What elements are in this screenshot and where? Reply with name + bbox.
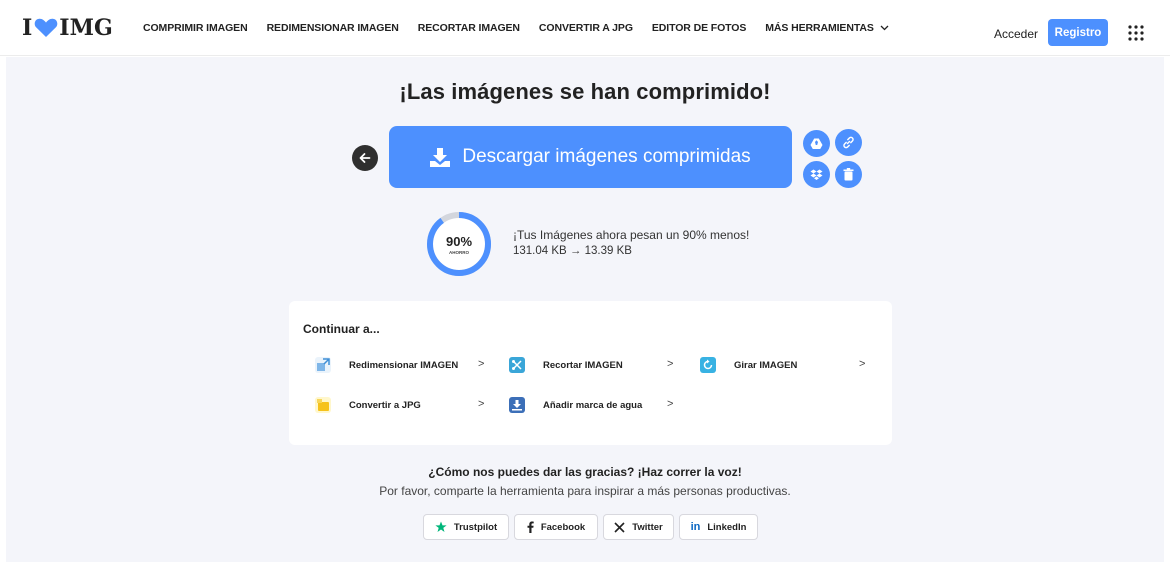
main-nav: COMPRIMIR IMAGEN REDIMENSIONAR IMAGEN RE… bbox=[143, 0, 908, 56]
copy-link-button[interactable] bbox=[835, 129, 862, 156]
x-twitter-icon bbox=[614, 521, 625, 533]
nav-editor-de-fotos[interactable]: EDITOR DE FOTOS bbox=[652, 22, 746, 34]
share-facebook-label: Facebook bbox=[540, 521, 586, 533]
savings-message: ¡Tus Imágenes ahora pesan un 90% menos! bbox=[513, 228, 750, 242]
chevron-right-icon: > bbox=[478, 358, 485, 370]
continue-item-recortar[interactable]: Recortar IMAGEN bbox=[509, 354, 623, 376]
resize-icon bbox=[315, 357, 331, 373]
chevron-right-icon: > bbox=[667, 358, 674, 370]
continue-item-marca-de-agua[interactable]: Añadir marca de agua bbox=[509, 394, 642, 416]
delete-button[interactable] bbox=[835, 161, 862, 188]
continue-item-label: Redimensionar IMAGEN bbox=[349, 359, 459, 371]
chevron-right-icon: > bbox=[859, 358, 866, 370]
thanks-subtitle: Por favor, comparte la herramienta para … bbox=[379, 484, 791, 498]
thanks-heading: ¿Cómo nos puedes dar las gracias? ¡Haz c… bbox=[428, 465, 742, 479]
rotate-icon bbox=[700, 357, 716, 373]
savings-percent: 90% bbox=[445, 234, 473, 249]
share-trustpilot-button[interactable]: Trustpilot bbox=[423, 514, 509, 540]
continue-item-label: Recortar IMAGEN bbox=[543, 359, 623, 371]
google-drive-icon bbox=[810, 138, 823, 149]
share-facebook-button[interactable]: Facebook bbox=[514, 514, 598, 540]
share-twitter-button[interactable]: Twitter bbox=[603, 514, 674, 540]
page-title: ¡Las imágenes se han comprimido! bbox=[399, 79, 771, 104]
ilovimg-logo[interactable]: I IMG bbox=[22, 15, 113, 41]
chevron-right-icon: > bbox=[478, 398, 485, 410]
apps-grid-icon[interactable] bbox=[1128, 25, 1144, 41]
logo-text-i: I bbox=[22, 15, 33, 41]
nav-redimensionar-imagen[interactable]: REDIMENSIONAR IMAGEN bbox=[267, 22, 399, 34]
link-icon bbox=[843, 136, 854, 149]
continue-item-label: Añadir marca de agua bbox=[543, 399, 643, 411]
chevron-right-icon: > bbox=[667, 398, 674, 410]
download-label: Descargar imágenes comprimidas bbox=[462, 146, 751, 167]
heart-icon bbox=[35, 18, 58, 37]
trash-icon bbox=[843, 168, 854, 181]
nav-comprimir-imagen[interactable]: COMPRIMIR IMAGEN bbox=[143, 22, 248, 34]
share-twitter-label: Twitter bbox=[632, 521, 663, 533]
continue-item-convertir[interactable]: Convertir a JPG bbox=[315, 394, 421, 416]
linkedin-icon: in bbox=[690, 521, 701, 533]
nav-recortar-imagen[interactable]: RECORTAR IMAGEN bbox=[418, 22, 520, 34]
arrow-left-icon bbox=[359, 153, 371, 163]
share-trustpilot-label: Trustpilot bbox=[453, 521, 498, 533]
share-linkedin-button[interactable]: in LinkedIn bbox=[679, 514, 758, 540]
logo-text-img: IMG bbox=[59, 15, 113, 41]
savings-label: AHORRO bbox=[449, 250, 469, 255]
continue-title: Continuar a... bbox=[303, 322, 380, 336]
continue-item-redimensionar[interactable]: Redimensionar IMAGEN bbox=[315, 354, 458, 376]
register-button[interactable]: Registro bbox=[1048, 19, 1108, 46]
trustpilot-star-icon bbox=[435, 521, 447, 533]
share-linkedin-label: LinkedIn bbox=[707, 521, 747, 533]
crop-icon bbox=[509, 357, 525, 373]
convert-jpg-icon bbox=[315, 397, 331, 413]
chevron-down-icon bbox=[880, 25, 889, 31]
google-drive-button[interactable] bbox=[803, 130, 830, 157]
continue-item-label: Convertir a JPG bbox=[349, 399, 421, 411]
back-button[interactable] bbox=[352, 145, 378, 171]
nav-convertir-a-jpg[interactable]: CONVERTIR A JPG bbox=[539, 22, 633, 34]
nav-mas-herramientas[interactable]: MÁS HERRAMIENTAS bbox=[765, 22, 889, 34]
dropbox-icon bbox=[810, 169, 823, 180]
continue-item-label: Girar IMAGEN bbox=[734, 359, 798, 371]
login-link[interactable]: Acceder bbox=[994, 27, 1038, 41]
nav-mas-herramientas-label: MÁS HERRAMIENTAS bbox=[765, 22, 874, 34]
watermark-icon bbox=[509, 397, 525, 413]
facebook-icon bbox=[527, 521, 534, 533]
download-icon bbox=[430, 147, 451, 167]
download-button[interactable]: Descargar imágenes comprimidas bbox=[389, 126, 792, 188]
continue-item-girar[interactable]: Girar IMAGEN bbox=[700, 354, 797, 376]
top-header: I IMG COMPRIMIR IMAGEN REDIMENSIONAR IMA… bbox=[0, 0, 1170, 56]
savings-sizes: 131.04 KB → 13.39 KB bbox=[513, 245, 632, 257]
dropbox-button[interactable] bbox=[803, 161, 830, 188]
